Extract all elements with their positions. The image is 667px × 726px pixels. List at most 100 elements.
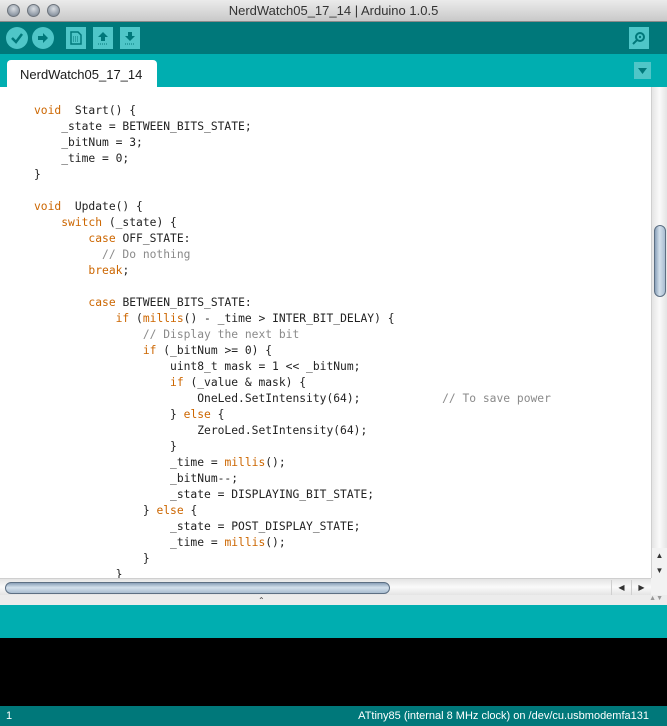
code-keyword: case	[88, 232, 116, 245]
code-keyword: if	[115, 312, 130, 325]
split-divider[interactable]: ⌃ ▲▼	[0, 595, 667, 605]
code-token: OFF_STATE:	[115, 232, 191, 245]
tab-menu-button[interactable]	[634, 62, 651, 79]
code-line: if (millis() - _time > INTER_BIT_DELAY) …	[34, 311, 551, 327]
code-line: }	[34, 167, 551, 183]
code-line: // Display the next bit	[34, 327, 551, 343]
code-line: break;	[34, 263, 551, 279]
scroll-left-arrow[interactable]: ◀	[611, 580, 631, 595]
code-line: OneLed.SetIntensity(64); // To save powe…	[34, 391, 551, 407]
scroll-corner	[651, 578, 667, 595]
window-title: NerdWatch05_17_14 | Arduino 1.0.5	[228, 3, 439, 18]
horizontal-scroll-thumb[interactable]	[5, 582, 390, 594]
code-token: BETWEEN_BITS_STATE:	[115, 296, 252, 309]
scroll-up-arrow[interactable]: ▲	[652, 548, 667, 563]
upload-button[interactable]	[32, 27, 54, 49]
code-token: }	[34, 552, 150, 565]
code-line: // Do nothing	[34, 247, 551, 263]
triangle-down-icon	[638, 67, 647, 74]
code-token: _time =	[34, 456, 225, 469]
code-token: _state = DISPLAYING_BIT_STATE;	[34, 488, 375, 501]
code-token: (_bitNum >= 0) {	[156, 344, 273, 357]
code-keyword: if	[142, 344, 157, 357]
code-token: ();	[265, 456, 286, 469]
code-token: }	[34, 408, 184, 421]
code-line: case OFF_STATE:	[34, 231, 551, 247]
code-keyword: millis	[142, 312, 184, 325]
checkmark-icon	[11, 33, 23, 44]
tab-sketch[interactable]: NerdWatch05_17_14	[7, 60, 157, 87]
open-button[interactable]	[93, 27, 113, 49]
save-button[interactable]	[120, 27, 140, 49]
code-editor[interactable]: void Start() { _state = BETWEEN_BITS_STA…	[0, 87, 651, 578]
code-line: case BETWEEN_BITS_STATE:	[34, 295, 551, 311]
code-line: switch (_state) {	[34, 215, 551, 231]
code-token: _time =	[34, 536, 225, 549]
code-token: }	[34, 568, 123, 578]
code-keyword: millis	[224, 536, 266, 549]
arrow-right-icon	[38, 33, 48, 43]
magnifier-icon	[632, 32, 645, 45]
vertical-scrollbar[interactable]	[651, 87, 667, 578]
code-token: (_value & mask) {	[183, 376, 307, 389]
code-text[interactable]: void Start() { _state = BETWEEN_BITS_STA…	[34, 103, 551, 578]
vertical-scroll-thumb[interactable]	[654, 225, 666, 297]
console-output[interactable]	[0, 638, 667, 706]
code-keyword: if	[170, 376, 184, 389]
horizontal-scrollbar[interactable]	[0, 578, 651, 595]
code-line: uint8_t mask = 1 << _bitNum;	[34, 359, 551, 375]
code-comment: // Do nothing	[102, 248, 191, 261]
code-keyword: void	[34, 104, 62, 117]
title-bar: NerdWatch05_17_14 | Arduino 1.0.5	[0, 0, 667, 22]
code-line: }	[34, 439, 551, 455]
code-token: }	[34, 504, 157, 517]
code-keyword: break	[88, 264, 123, 277]
scroll-right-arrow[interactable]: ▶	[631, 580, 651, 595]
code-token: (	[129, 312, 143, 325]
code-token: Update() {	[61, 200, 143, 213]
code-token: () - _time > INTER_BIT_DELAY) {	[183, 312, 395, 325]
line-number: 1	[6, 710, 13, 722]
code-token: ZeroLed.SetIntensity(64);	[34, 424, 368, 437]
horizontal-scroll-arrows: ◀ ▶	[611, 580, 651, 595]
code-keyword: case	[88, 296, 116, 309]
arduino-window: NerdWatch05_17_14 | Arduino 1.0.5 NerdWa…	[0, 0, 667, 726]
code-comment: // Display the next bit	[142, 328, 300, 341]
code-line: _time = millis();	[34, 535, 551, 551]
code-token: }	[34, 440, 177, 453]
save-arrow-down-icon	[125, 32, 135, 45]
code-keyword: switch	[61, 216, 103, 229]
code-keyword: void	[34, 200, 62, 213]
board-info: ATtiny85 (internal 8 MHz clock) on /dev/…	[358, 710, 649, 722]
scroll-down-arrow[interactable]: ▼	[652, 563, 667, 578]
code-token: _state = BETWEEN_BITS_STATE;	[34, 120, 252, 133]
code-token: }	[34, 168, 41, 181]
code-token: _time = 0;	[34, 152, 130, 165]
code-keyword: else	[156, 504, 184, 517]
code-token: ();	[265, 536, 286, 549]
code-line: void Update() {	[34, 199, 551, 215]
tab-bar: NerdWatch05_17_14	[0, 54, 667, 87]
new-document-icon	[70, 31, 82, 45]
toolbar	[0, 22, 667, 54]
new-button[interactable]	[66, 27, 86, 49]
serial-monitor-button[interactable]	[629, 27, 649, 49]
code-token: OneLed.SetIntensity(64);	[34, 392, 443, 405]
code-line: } else {	[34, 407, 551, 423]
code-token: uint8_t mask = 1 << _bitNum;	[34, 360, 361, 373]
code-keyword: else	[183, 408, 211, 421]
code-line: _bitNum = 3;	[34, 135, 551, 151]
divider-arrows-icon: ▲▼	[649, 595, 663, 602]
status-bar: 1 ATtiny85 (internal 8 MHz clock) on /de…	[0, 706, 667, 726]
verify-button[interactable]	[6, 27, 28, 49]
status-message-area	[0, 605, 667, 638]
code-token: Start() {	[61, 104, 137, 117]
